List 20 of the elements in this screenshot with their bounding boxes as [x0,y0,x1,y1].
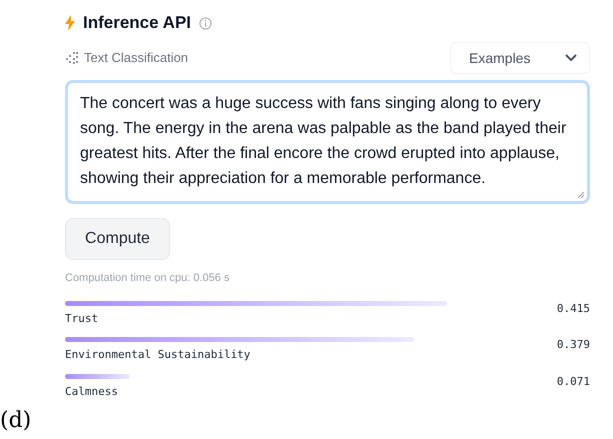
chevron-down-icon [565,54,577,62]
result-label: Trust [65,310,100,326]
result-score: 0.379 [556,337,590,353]
result-label: Calmness [65,384,119,400]
input-text: The concert was a huge success with fans singing along to every song. The energy in the arena was palpable as the band played their greatest hits. After the final encore the crowd erupted into applause, showing their appreciation for a memorable performance. [80,94,568,189]
score-bar [65,374,130,378]
task-label: Text Classification [84,49,188,68]
figure-label: (d) [0,407,32,435]
result-score: 0.415 [556,300,590,316]
dots-icon [65,51,79,65]
lightning-icon [65,15,75,31]
resize-handle-icon[interactable] [577,191,585,199]
result-label: Environmental Sustainability [65,347,252,363]
computation-time: Computation time on cpu: 0.056 s [65,271,230,286]
text-input-field[interactable] [65,80,590,204]
result-score: 0.071 [556,374,590,390]
info-icon[interactable] [199,16,212,30]
widget-title: Inference API [83,12,192,34]
examples-dropdown[interactable]: Examples [450,42,590,74]
compute-button[interactable]: Compute [65,218,170,260]
